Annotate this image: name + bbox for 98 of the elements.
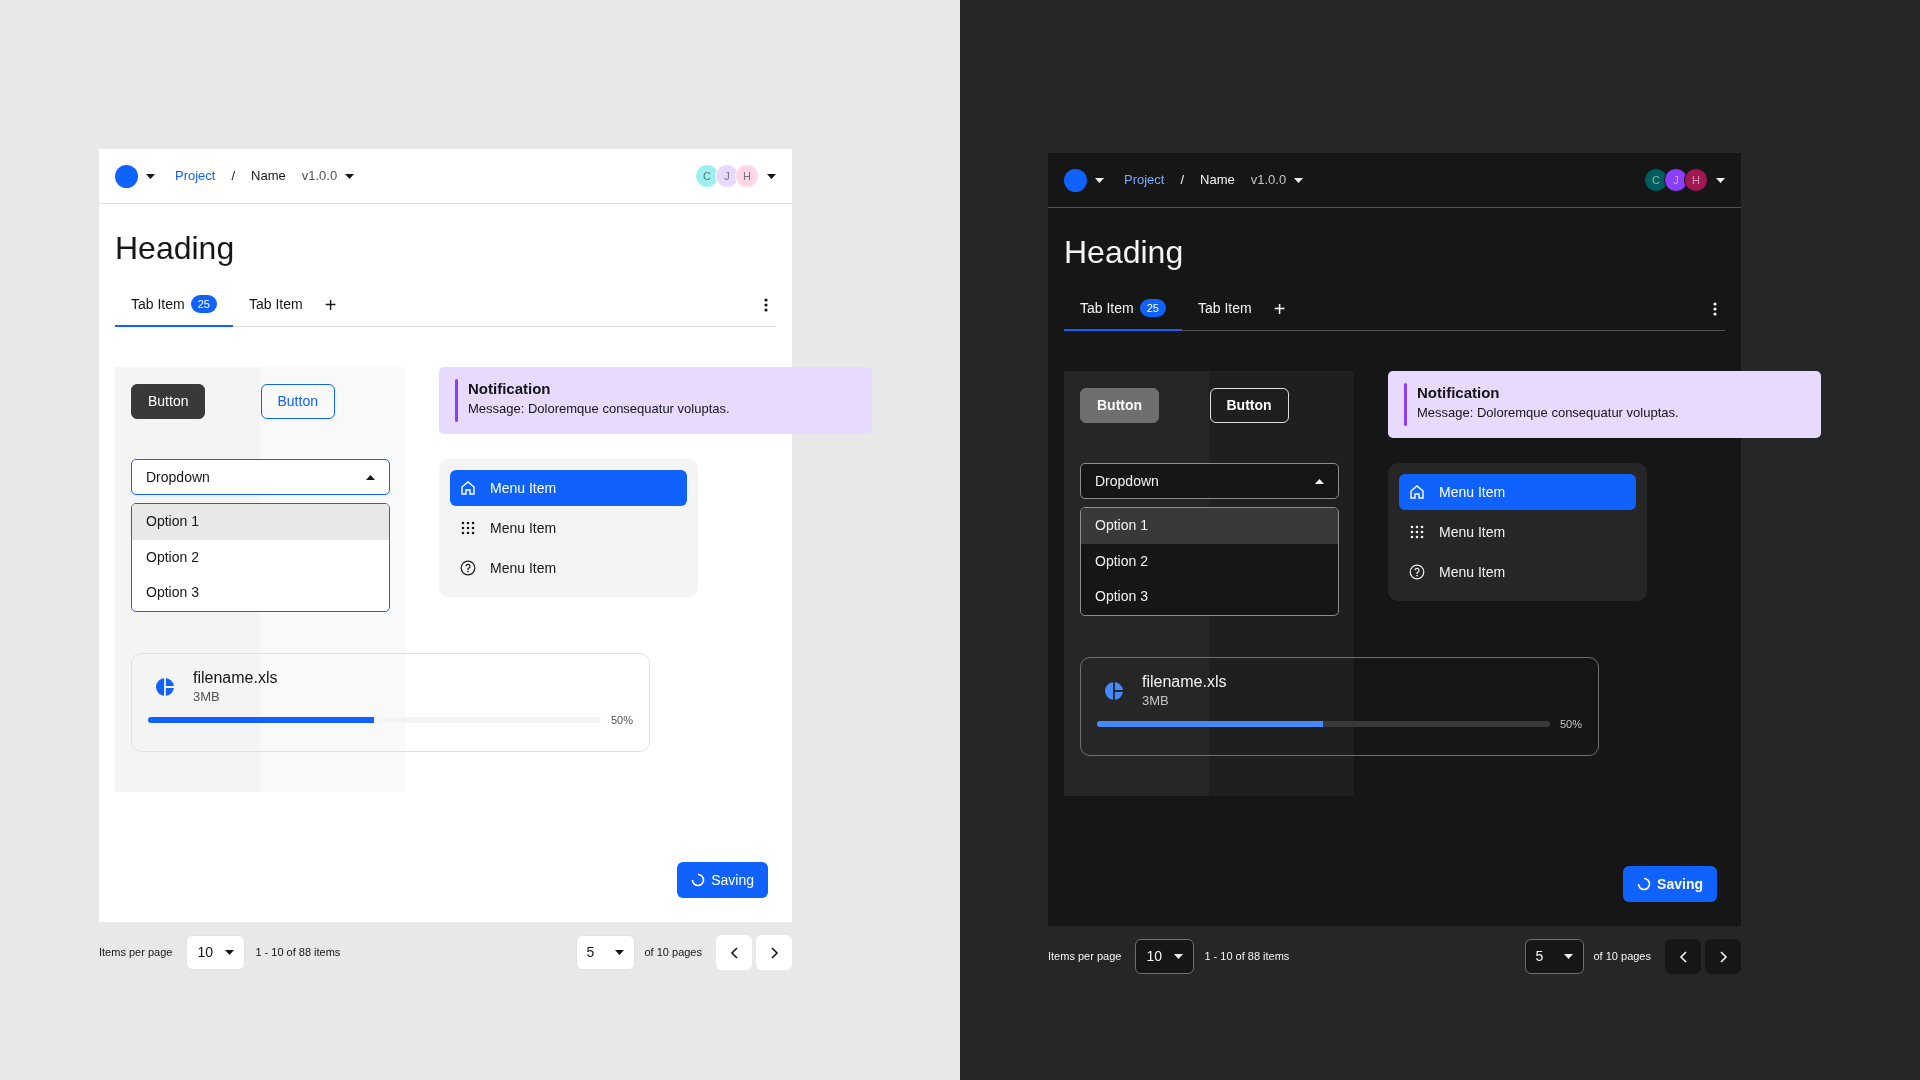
breadcrumb-separator: / <box>1180 171 1185 190</box>
chevron-right-icon <box>769 946 779 959</box>
page-count-label: of 10 pages <box>644 945 702 961</box>
button[interactable]: Button <box>1209 388 1289 423</box>
breadcrumb-item: Name <box>251 167 286 186</box>
menu-item[interactable]: Menu Item <box>450 550 687 586</box>
grid-icon <box>460 520 476 536</box>
notification-message: Message: Doloremque consequatur voluptas. <box>1417 404 1679 422</box>
menu-item[interactable]: Menu Item <box>450 470 687 506</box>
file-name: filename.xls <box>1142 671 1227 692</box>
caret-down-icon <box>1095 177 1104 183</box>
spinner-icon <box>1637 877 1652 891</box>
breadcrumb-separator: / <box>231 167 236 186</box>
page-heading: Heading <box>1064 233 1185 272</box>
caret-down-icon <box>767 173 776 179</box>
notification-title: Notification <box>468 379 552 399</box>
accent-bar <box>455 379 458 422</box>
menu-item[interactable]: Menu Item <box>1399 554 1636 590</box>
menu-item[interactable]: Menu Item <box>1399 514 1636 550</box>
previous-page-button[interactable] <box>1665 939 1701 974</box>
caret-down-icon <box>225 950 235 955</box>
home-icon <box>1409 484 1425 500</box>
caret-up-icon <box>366 474 375 480</box>
page-count-label: of 10 pages <box>1593 949 1651 965</box>
file-size: 3MB <box>1142 691 1170 710</box>
avatar[interactable]: J <box>715 164 739 188</box>
dropdown-option[interactable]: Option 2 <box>1081 543 1338 579</box>
chevron-left-icon <box>1678 950 1688 963</box>
caret-down-icon <box>1174 954 1184 959</box>
button[interactable]: Button <box>1080 388 1160 423</box>
avatar[interactable]: C <box>695 164 719 188</box>
dropdown-option[interactable]: Option 3 <box>1081 579 1338 615</box>
previous-page-button[interactable] <box>716 935 752 970</box>
version-label[interactable]: v1.0.0 <box>301 166 338 186</box>
caret-down-icon <box>1716 177 1725 183</box>
help-icon <box>460 560 476 576</box>
next-page-button[interactable] <box>1705 939 1741 974</box>
tab[interactable]: Tab Item <box>232 283 319 327</box>
accent-bar <box>1404 383 1407 426</box>
file-name: filename.xls <box>193 667 278 688</box>
avatar[interactable]: C <box>1644 168 1668 192</box>
page-select[interactable]: 5 <box>1524 939 1584 974</box>
dropdown[interactable]: Dropdown <box>131 459 390 495</box>
overflow-menu-icon[interactable] <box>1713 301 1717 316</box>
tab[interactable]: Tab Item 25 <box>1064 287 1182 331</box>
dropdown-option[interactable]: Option 1 <box>1081 508 1338 544</box>
add-tab-button[interactable]: + <box>318 289 343 320</box>
breadcrumb-item: Name <box>1200 171 1235 190</box>
grid-icon <box>1409 524 1425 540</box>
item-range-label: 1 - 10 of 88 items <box>255 945 341 961</box>
next-page-button[interactable] <box>756 935 792 970</box>
overflow-menu-icon[interactable] <box>764 297 768 312</box>
dropdown[interactable]: Dropdown <box>1080 463 1339 499</box>
saving-button[interactable]: Saving <box>1623 866 1717 902</box>
home-icon <box>460 480 476 496</box>
chevron-right-icon <box>1718 950 1728 963</box>
button[interactable]: Button <box>131 384 206 419</box>
caret-down-icon <box>614 950 624 955</box>
page-size-select[interactable]: 10 <box>186 935 246 970</box>
avatar[interactable]: H <box>735 164 759 188</box>
dropdown-option[interactable]: Option 2 <box>132 539 389 575</box>
logo-icon[interactable] <box>1064 168 1087 192</box>
items-per-page-label: Items per page <box>99 945 173 961</box>
page-heading: Heading <box>115 229 236 268</box>
chevron-left-icon <box>729 946 739 959</box>
caret-down-icon <box>1563 954 1573 959</box>
logo-icon[interactable] <box>115 164 138 188</box>
caret-up-icon <box>1315 478 1324 484</box>
file-size: 3MB <box>193 687 221 706</box>
menu-item[interactable]: Menu Item <box>1399 474 1636 510</box>
tab[interactable]: Tab Item <box>1181 287 1268 331</box>
progress-percent: 50% <box>1559 716 1582 732</box>
notification-message: Message: Doloremque consequatur voluptas. <box>468 400 730 418</box>
caret-down-icon <box>146 173 155 179</box>
dropdown-option[interactable]: Option 1 <box>132 504 389 540</box>
menu-item[interactable]: Menu Item <box>450 510 687 546</box>
version-label[interactable]: v1.0.0 <box>1250 170 1287 190</box>
pie-chart-icon <box>1103 680 1124 701</box>
add-tab-button[interactable]: + <box>1267 293 1292 324</box>
help-icon <box>1409 564 1425 580</box>
saving-button[interactable]: Saving <box>677 862 768 898</box>
caret-down-icon <box>1294 177 1304 183</box>
breadcrumb-link[interactable]: Project <box>175 166 216 186</box>
items-per-page-label: Items per page <box>1048 949 1122 965</box>
pie-chart-icon <box>154 676 175 697</box>
count-badge: 25 <box>1139 298 1166 318</box>
count-badge: 25 <box>190 294 217 314</box>
breadcrumb-link[interactable]: Project <box>1124 170 1165 190</box>
button[interactable]: Button <box>260 384 335 419</box>
caret-down-icon <box>345 173 355 179</box>
dropdown-option[interactable]: Option 3 <box>132 575 389 611</box>
item-range-label: 1 - 10 of 88 items <box>1204 949 1290 965</box>
page-size-select[interactable]: 10 <box>1135 939 1195 974</box>
progress-percent: 50% <box>610 712 633 728</box>
tab[interactable]: Tab Item 25 <box>115 283 233 327</box>
notification-title: Notification <box>1417 383 1501 403</box>
spinner-icon <box>691 873 706 887</box>
page-select[interactable]: 5 <box>575 935 635 970</box>
